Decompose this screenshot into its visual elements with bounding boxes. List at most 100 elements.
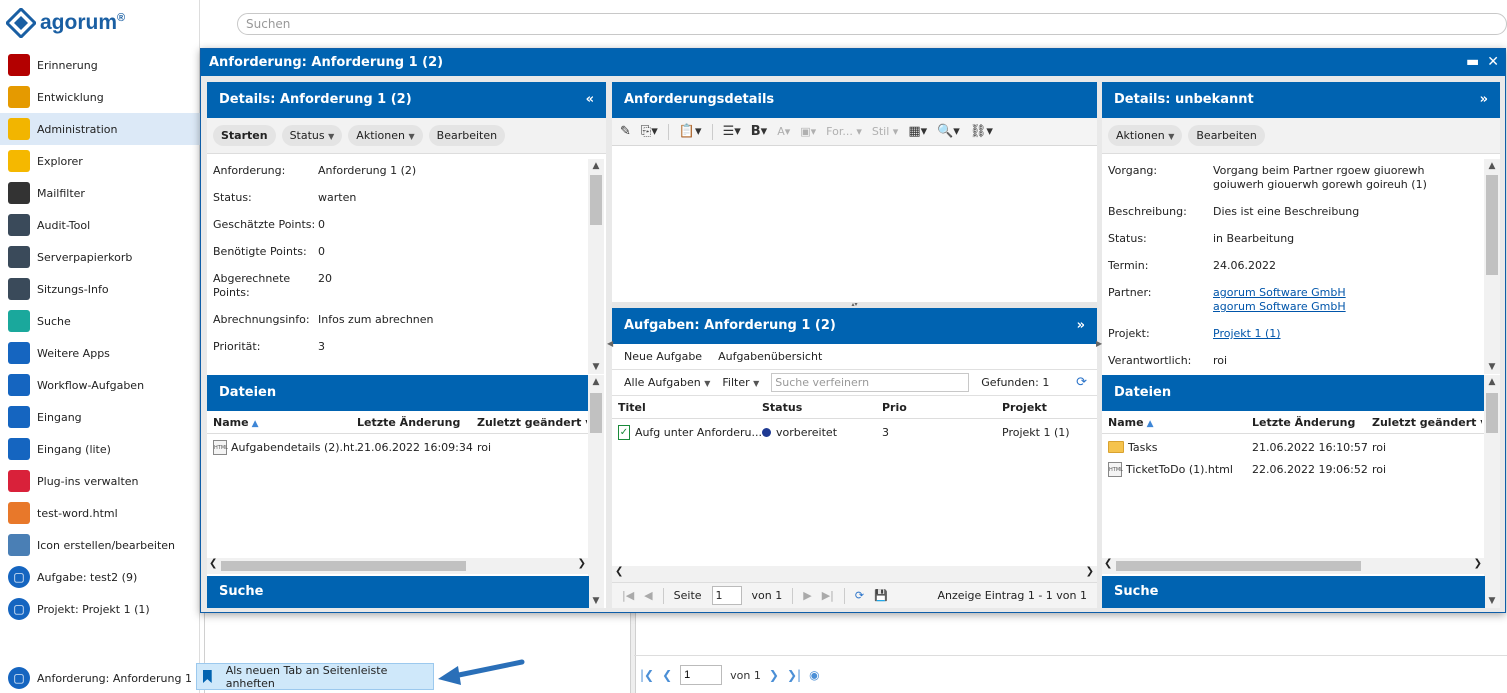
sidebar-item-weitere-apps[interactable]: Weitere Apps [0,337,200,369]
format-dropdown[interactable]: For... ▾ [826,125,862,138]
sidebar-item-entwicklung[interactable]: Entwicklung [0,81,200,113]
h-scrollbar[interactable]: ❮ ❯ [612,566,1097,582]
sidebar-item-projekt-projekt-1-1[interactable]: ▢ Projekt: Projekt 1 (1) [0,593,200,625]
next-page-icon[interactable]: ❯ [769,668,779,682]
next-page-icon[interactable]: ▶ [803,589,811,602]
col-project[interactable]: Projekt [1002,401,1047,414]
search-section-header[interactable]: Suche [1102,576,1485,608]
audit-icon [8,214,30,236]
scrollbar[interactable]: ▲ ▼ [1484,159,1500,374]
filter-dropdown[interactable]: Filter ▼ [722,376,759,389]
sidebar-item-sitzungs-info[interactable]: Sitzungs-Info [0,273,200,305]
last-page-icon[interactable]: ▶| [822,589,834,602]
scroll-up-icon[interactable]: ▲ [588,159,604,173]
search-input[interactable]: Suchen [237,13,1507,35]
page-input[interactable]: 1 [711,586,742,605]
pin-tab-tooltip[interactable]: Als neuen Tab an Seitenleiste anheften [196,663,434,690]
col-modified-by[interactable]: Zuletzt geändert v [1372,416,1482,429]
col-status[interactable]: Status [762,401,882,414]
table-row[interactable]: HTML Aufgabendetails (2).ht... 21.06.2022… [207,436,589,458]
sidebar-item-anforderung[interactable]: ▢ Anforderung: Anforderung 1 (2) [0,662,211,693]
sidebar-item-test-word-html[interactable]: test-word.html [0,497,200,529]
page-of-label: von 1 [751,589,783,602]
sidebar-item-aufgabe-test2-9[interactable]: ▢ Aufgabe: test2 (9) [0,561,200,593]
search-section-header[interactable]: Suche [207,576,589,608]
h-scrollbar[interactable]: ❮ ❯ [207,558,589,574]
sidebar-item-mailfilter[interactable]: Mailfilter [0,177,200,209]
sidebar-item-plug-ins-verwalten[interactable]: Plug-ins verwalten [0,465,200,497]
tasks-column-header: Titel Status Prio Projekt [612,397,1097,419]
col-modified-by[interactable]: Zuletzt geändert v [477,416,587,429]
scrollbar[interactable]: ▲ ▼ [588,159,604,374]
col-title[interactable]: Titel [612,401,762,414]
highlight-icon[interactable]: ▣▾ [800,125,816,138]
table-row[interactable]: HTML TicketToDo (1).html 22.06.2022 19:06… [1102,458,1485,480]
link-icon[interactable]: ⛓▾ [970,124,993,139]
last-page-icon[interactable]: ❯| [787,668,801,682]
sidebar-item-eingang-lite[interactable]: Eingang (lite) [0,433,200,465]
sidebar-item-audit-tool[interactable]: Audit-Tool [0,209,200,241]
table-row[interactable]: Tasks 21.06.2022 16:10:57 roi [1102,436,1485,458]
collapse-tasks-icon[interactable]: » [1077,308,1085,344]
status-dropdown[interactable]: Status ▼ [281,125,343,146]
sidebar-item-icon-erstellen-bearbeiten[interactable]: Icon erstellen/bearbeiten [0,529,200,561]
sidebar-item-serverpapierkorb[interactable]: Serverpapierkorb [0,241,200,273]
col-name[interactable]: Name ▲ [1102,416,1252,429]
list-icon[interactable]: ☰▾ [723,124,741,139]
field-value[interactable]: agorum Software GmbH agorum Software GmbH [1213,286,1346,314]
col-modified[interactable]: Letzte Änderung [1252,416,1372,429]
refresh-icon[interactable]: ⟳ [855,589,864,602]
source-icon[interactable]: ⎘▾ [641,124,658,139]
style-dropdown[interactable]: Stil ▾ [872,125,898,138]
first-page-icon[interactable]: |❮ [640,668,654,682]
all-tasks-dropdown[interactable]: Alle Aufgaben ▼ [624,376,710,389]
font-color-icon[interactable]: A▾ [777,125,790,138]
sidebar-item-suche[interactable]: Suche [0,305,200,337]
edit-note-icon[interactable]: ✎ [620,124,631,139]
actions-dropdown[interactable]: Aktionen ▼ [348,125,423,146]
collapse-left-arrow-icon[interactable]: ◀ [607,339,613,348]
collapse-left-icon[interactable]: « [586,82,594,118]
edit-button[interactable]: Bearbeiten [428,125,506,146]
refresh-icon[interactable]: ⟳ [1076,375,1087,390]
start-button[interactable]: Starten [213,125,276,146]
h-scrollbar[interactable]: ❮ ❯ [1102,558,1485,574]
save-icon[interactable]: 💾 [874,589,888,602]
bold-icon[interactable]: B▾ [751,124,767,139]
scrollbar[interactable]: ▲ ▼ [588,375,604,608]
image-icon [8,534,30,556]
col-modified[interactable]: Letzte Änderung [357,416,477,429]
sidebar-item-workflow-aufgaben[interactable]: Workflow-Aufgaben [0,369,200,401]
actions-dropdown[interactable]: Aktionen ▼ [1108,125,1183,146]
editor-area[interactable] [612,146,1097,302]
refine-search-input[interactable]: Suche verfeinern [771,373,970,392]
prev-page-icon[interactable]: ❮ [662,668,672,682]
expand-right-icon[interactable]: » [1480,82,1488,118]
field-value[interactable]: Projekt 1 (1) [1213,327,1281,341]
sidebar-item-erinnerung[interactable]: Erinnerung [0,49,200,81]
table-icon[interactable]: ▦▾ [908,124,927,139]
scrollbar[interactable]: ▲ ▼ [1484,375,1500,608]
sidebar-item-administration[interactable]: Administration [0,113,200,145]
page-input[interactable] [680,665,723,685]
agorum-logo[interactable]: agorum® [6,6,125,40]
task-overview-link[interactable]: Aufgabenübersicht [718,350,822,363]
paste-icon[interactable]: 📋▾ [679,124,702,139]
collapse-right-arrow-icon[interactable]: ▶ [1096,339,1102,348]
close-icon[interactable]: ✕ [1487,49,1499,76]
sidebar-item-explorer[interactable]: Explorer [0,145,200,177]
table-row[interactable]: ✓ Aufg unter Anforderu... vorbereitet 3 P… [612,421,1097,443]
sidebar-item-eingang[interactable]: Eingang [0,401,200,433]
edit-button[interactable]: Bearbeiten [1188,125,1265,146]
first-page-icon[interactable]: |◀ [622,589,634,602]
find-icon[interactable]: 🔍▾ [937,124,960,139]
eye-icon[interactable]: ◉ [809,668,819,682]
minimize-icon[interactable]: ▬ [1466,49,1479,76]
window-icon: ▢ [8,667,30,689]
new-task-link[interactable]: Neue Aufgabe [624,350,702,363]
col-name[interactable]: Name ▲ [207,416,357,429]
scroll-down-icon[interactable]: ▼ [588,360,604,374]
panel-header: Details: Anforderung 1 (2) « [207,82,606,118]
col-prio[interactable]: Prio [882,401,1002,414]
prev-page-icon[interactable]: ◀ [644,589,652,602]
